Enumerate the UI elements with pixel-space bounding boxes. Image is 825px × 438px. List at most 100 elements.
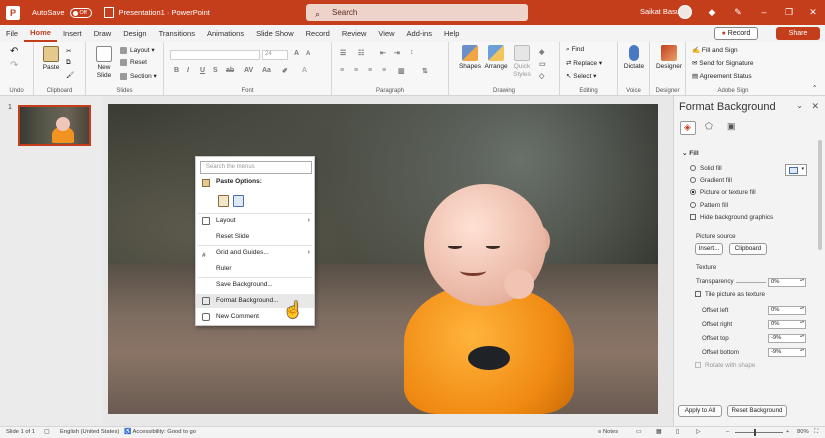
tab-record[interactable]: Record — [300, 25, 336, 42]
align-right-icon[interactable]: ≡ — [368, 67, 372, 74]
autosave-toggle[interactable]: Off — [69, 7, 92, 18]
spacing-icon[interactable]: AV — [244, 67, 253, 74]
rotate-with-shape-checkbox[interactable]: Rotate with shape — [695, 362, 755, 369]
slide-sorter-icon[interactable]: ▦ — [656, 429, 661, 435]
fill-sign-button[interactable]: ✍ Fill and Sign — [692, 46, 738, 54]
zoom-level[interactable]: 80% — [797, 429, 809, 435]
tab-slide-show[interactable]: Slide Show — [250, 25, 300, 42]
tile-checkbox[interactable]: Tile picture as texture — [695, 291, 765, 298]
line-spacing-icon[interactable]: ↕ — [410, 49, 414, 56]
shrink-font-icon[interactable]: A — [306, 51, 310, 57]
strikethrough-icon[interactable]: ab — [226, 67, 234, 74]
tab-add-ins[interactable]: Add-ins — [401, 25, 438, 42]
tab-transitions[interactable]: Transitions — [153, 25, 201, 42]
restore-button[interactable]: ❐ — [782, 5, 796, 19]
collapse-ribbon-icon[interactable]: ⌃ — [812, 84, 817, 92]
case-icon[interactable]: Aa — [262, 67, 271, 74]
underline-icon[interactable]: U — [200, 67, 205, 74]
bold-icon[interactable]: B — [174, 67, 179, 74]
zoom-out-icon[interactable]: – — [726, 429, 729, 435]
zoom-slider[interactable] — [735, 432, 783, 433]
reset-background-button[interactable]: Reset Background — [727, 405, 787, 417]
texture-picker-button[interactable]: ▾ — [785, 164, 807, 176]
tab-review[interactable]: Review — [336, 25, 373, 42]
font-size-box[interactable]: 24 — [262, 50, 288, 60]
text-direction-icon[interactable]: ⇅ — [422, 67, 428, 75]
fill-section-header[interactable]: ⌄ Fill — [682, 149, 699, 157]
zoom-slider-thumb[interactable] — [754, 429, 756, 436]
pane-options-chevron-icon[interactable]: ⌄ — [796, 101, 803, 110]
find-button[interactable]: ⌕ Find — [566, 46, 584, 54]
insert-button[interactable]: Insert... — [695, 243, 723, 255]
align-left-icon[interactable]: ≡ — [340, 67, 344, 74]
reset-button[interactable]: Reset — [120, 59, 147, 66]
transparency-slider[interactable] — [736, 282, 766, 283]
indent-icon[interactable]: ⇤ — [380, 49, 386, 57]
offset-right-spinner[interactable]: 0% — [768, 320, 806, 329]
picture-tab-icon[interactable]: ▣ — [724, 121, 740, 135]
highlight-icon[interactable]: ✐ — [282, 67, 288, 75]
tab-file[interactable]: File — [0, 25, 24, 42]
picture-fill-radio[interactable]: Picture or texture fill — [690, 189, 756, 196]
pen-icon[interactable]: ✎ — [731, 5, 745, 19]
pane-scrollbar[interactable] — [818, 140, 822, 250]
format-painter-icon[interactable]: 🖌 — [66, 71, 74, 79]
close-button[interactable]: ✕ — [806, 5, 820, 19]
slide-thumbnail[interactable] — [18, 105, 91, 146]
accessibility-status[interactable]: ♿ Accessibility: Good to go — [124, 429, 196, 435]
quick-styles-button[interactable]: Quick Styles — [509, 45, 535, 79]
language[interactable]: English (United States) — [60, 429, 119, 435]
avatar[interactable] — [678, 5, 692, 19]
minimize-button[interactable]: – — [757, 5, 771, 19]
bullets-icon[interactable]: ☰ — [340, 49, 346, 57]
new-slide-button[interactable]: New Slide — [91, 46, 117, 80]
pattern-fill-radio[interactable]: Pattern fill — [690, 202, 728, 209]
cut-icon[interactable]: ✂ — [66, 47, 71, 55]
slide-background-image[interactable] — [108, 104, 658, 414]
arrange-button[interactable]: Arrange — [483, 45, 509, 71]
tab-animations[interactable]: Animations — [201, 25, 250, 42]
normal-view-icon[interactable]: ▭ — [636, 429, 641, 435]
copy-icon[interactable]: ⧉ — [66, 59, 71, 67]
tab-help[interactable]: Help — [438, 25, 465, 42]
offset-bottom-spinner[interactable]: -9% — [768, 348, 806, 357]
diamond-icon[interactable]: ◆ — [705, 5, 719, 19]
grow-font-icon[interactable]: A — [294, 50, 299, 57]
menu-item-grid-guides[interactable]: # Grid and Guides... › — [196, 246, 314, 260]
paste-use-destination-icon[interactable] — [218, 195, 229, 207]
align-center-icon[interactable]: ≡ — [354, 67, 358, 74]
shape-effects-icon[interactable]: ◇ — [539, 72, 544, 80]
undo-icon[interactable]: ↶ — [10, 46, 18, 57]
record-button[interactable]: ● Record — [714, 27, 758, 40]
redo-icon[interactable]: ↷ — [10, 60, 18, 71]
send-signature-button[interactable]: ✉ Send for Signature — [692, 59, 753, 67]
fill-tab-icon[interactable]: ◈ — [680, 121, 696, 135]
share-button[interactable]: Share — [776, 27, 820, 40]
shape-fill-icon[interactable]: ◈ — [539, 48, 544, 56]
notes-button[interactable]: ≡ Notes — [598, 429, 618, 435]
tab-view[interactable]: View — [372, 25, 400, 42]
effects-tab-icon[interactable]: ⬠ — [702, 121, 718, 135]
layout-button[interactable]: Layout ▾ — [120, 46, 155, 54]
font-name-box[interactable] — [170, 50, 260, 60]
menu-item-reset-slide[interactable]: Reset Slide — [196, 230, 314, 244]
solid-fill-radio[interactable]: Solid fill — [690, 165, 722, 172]
close-pane-icon[interactable]: ✕ — [811, 101, 819, 112]
outdent-icon[interactable]: ⇥ — [394, 49, 400, 57]
gradient-fill-radio[interactable]: Gradient fill — [690, 177, 732, 184]
slideshow-icon[interactable]: ▷ — [696, 429, 700, 435]
select-button[interactable]: ↖ Select ▾ — [566, 72, 596, 80]
italic-icon[interactable]: I — [187, 67, 189, 74]
clipboard-button[interactable]: Clipboard — [729, 243, 767, 255]
shapes-button[interactable]: Shapes — [457, 45, 483, 71]
shadow-icon[interactable]: S — [213, 67, 218, 74]
replace-button[interactable]: ⇄ Replace ▾ — [566, 59, 602, 67]
transparency-spinner[interactable]: 0% — [768, 278, 806, 287]
reading-view-icon[interactable]: ▯ — [676, 429, 679, 435]
designer-button[interactable]: Designer — [654, 45, 684, 71]
tab-draw[interactable]: Draw — [88, 25, 118, 42]
offset-top-spinner[interactable]: -9% — [768, 334, 806, 343]
fit-to-window-icon[interactable]: ⛶ — [814, 429, 818, 436]
tab-design[interactable]: Design — [117, 25, 152, 42]
hide-graphics-checkbox[interactable]: Hide background graphics — [690, 214, 773, 221]
